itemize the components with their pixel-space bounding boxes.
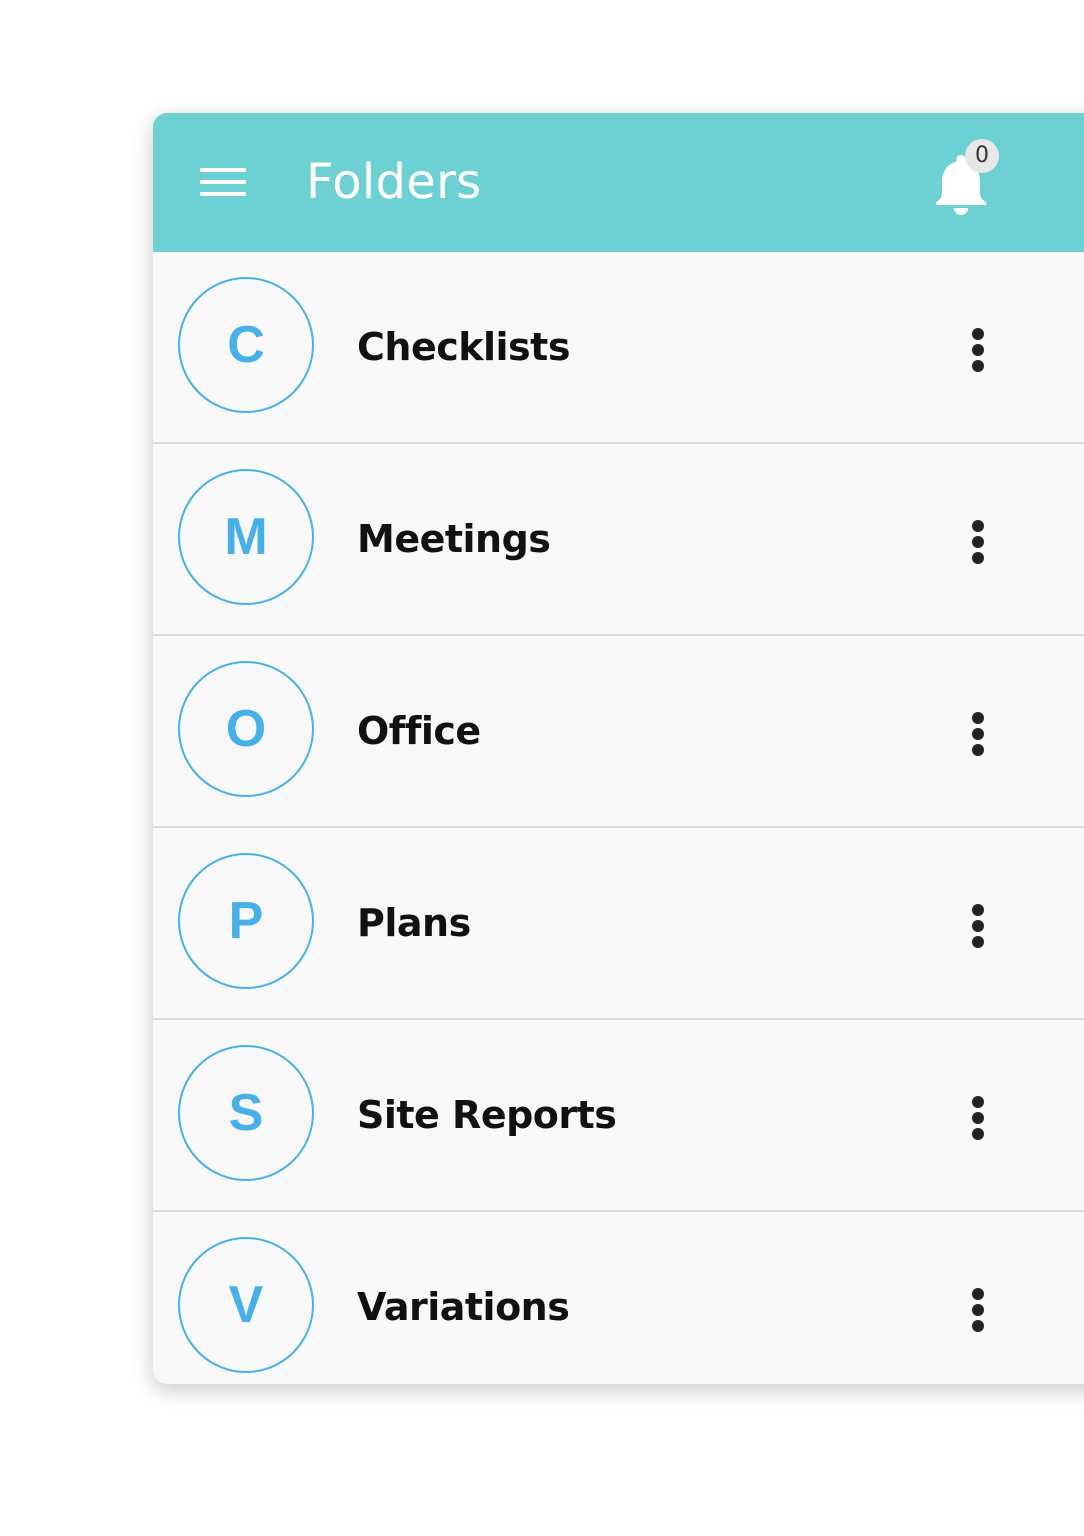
more-vertical-icon[interactable] (953, 1090, 1003, 1146)
folder-name: Office (357, 709, 481, 753)
notifications-button[interactable]: 0 (931, 139, 1007, 219)
folder-name: Plans (357, 901, 471, 945)
page-title: Folders (306, 154, 482, 210)
more-vertical-icon[interactable] (953, 706, 1003, 762)
folders-panel: Folders 0 C Checklists M Meetings O Offi… (153, 113, 1084, 1384)
more-vertical-icon[interactable] (953, 322, 1003, 378)
folder-avatar: V (178, 1237, 314, 1373)
folder-item-site-reports[interactable]: S Site Reports (153, 1020, 1084, 1212)
folder-avatar: C (178, 277, 314, 413)
page: Folders 0 C Checklists M Meetings O Offi… (0, 0, 1084, 1536)
folder-avatar: S (178, 1045, 314, 1181)
more-vertical-icon[interactable] (953, 514, 1003, 570)
folder-name: Variations (357, 1285, 570, 1329)
folder-item-meetings[interactable]: M Meetings (153, 444, 1084, 636)
folder-name: Meetings (357, 517, 551, 561)
folder-avatar: M (178, 469, 314, 605)
folder-list: C Checklists M Meetings O Office P Plans… (153, 252, 1084, 1384)
folder-item-variations[interactable]: V Variations (153, 1212, 1084, 1384)
notification-count-badge: 0 (965, 139, 999, 173)
app-bar: Folders 0 (153, 113, 1084, 252)
folder-item-plans[interactable]: P Plans (153, 828, 1084, 1020)
folder-item-office[interactable]: O Office (153, 636, 1084, 828)
folder-name: Checklists (357, 325, 570, 369)
more-vertical-icon[interactable] (953, 898, 1003, 954)
more-vertical-icon[interactable] (953, 1282, 1003, 1338)
folder-avatar: O (178, 661, 314, 797)
folder-item-checklists[interactable]: C Checklists (153, 252, 1084, 444)
hamburger-menu-icon[interactable] (195, 163, 251, 201)
folder-avatar: P (178, 853, 314, 989)
folder-name: Site Reports (357, 1093, 617, 1137)
